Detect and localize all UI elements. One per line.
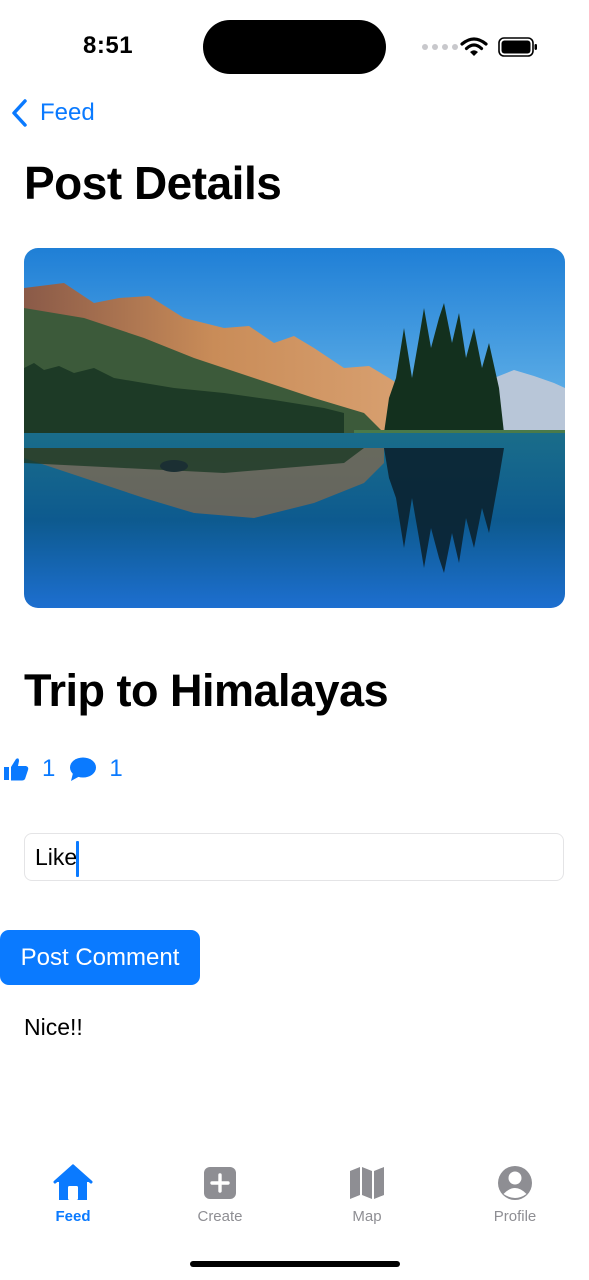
- tab-feed[interactable]: Feed: [18, 1164, 128, 1225]
- battery-icon: [498, 37, 537, 57]
- text-cursor: [76, 841, 79, 877]
- wifi-icon: [460, 37, 488, 56]
- tab-map[interactable]: Map: [312, 1164, 422, 1225]
- back-button[interactable]: Feed: [10, 98, 95, 128]
- plus-square-icon: [204, 1167, 236, 1199]
- like-count: 1: [42, 755, 56, 782]
- tab-label: Feed: [55, 1208, 91, 1225]
- comments-button[interactable]: 1: [69, 755, 123, 783]
- tab-label: Create: [197, 1208, 243, 1225]
- page-title: Post Details: [24, 157, 282, 209]
- comment-text: Nice!!: [24, 1014, 83, 1040]
- comment-count: 1: [109, 755, 123, 782]
- dynamic-island: [203, 20, 386, 74]
- person-circle-icon: [498, 1166, 532, 1200]
- back-label: Feed: [40, 99, 95, 126]
- like-button[interactable]: 1: [2, 755, 55, 783]
- post-image: [24, 248, 565, 608]
- post-stats: 1 1: [2, 755, 123, 783]
- tab-label: Profile: [493, 1208, 537, 1225]
- home-indicator: [190, 1261, 400, 1267]
- tab-profile[interactable]: Profile: [460, 1164, 570, 1225]
- tab-label: Map: [352, 1208, 382, 1225]
- cellular-signal-icon: [422, 44, 458, 50]
- tab-create[interactable]: Create: [165, 1164, 275, 1225]
- map-icon: [350, 1167, 384, 1199]
- speech-bubble-icon: [70, 757, 97, 781]
- thumbs-up-icon: [4, 758, 29, 781]
- post-title: Trip to Himalayas: [24, 665, 389, 716]
- post-comment-button[interactable]: Post Comment: [0, 930, 200, 985]
- chevron-left-icon: [12, 99, 27, 127]
- house-icon: [53, 1164, 93, 1200]
- status-time: 8:51: [83, 32, 134, 59]
- comment-input[interactable]: [24, 833, 564, 881]
